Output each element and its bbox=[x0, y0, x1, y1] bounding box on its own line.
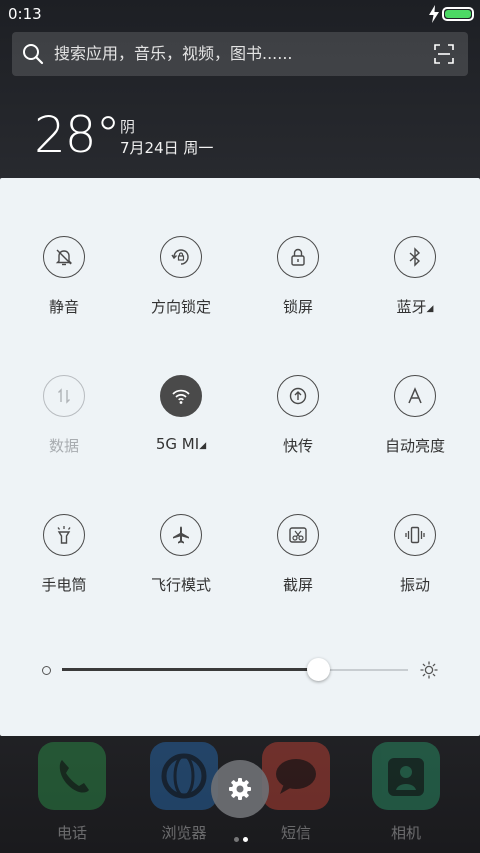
dock-label-browser: 浏览器 bbox=[161, 824, 207, 842]
wifi-icon bbox=[160, 375, 202, 417]
message-icon bbox=[262, 742, 330, 810]
weather-temperature: 28° bbox=[34, 106, 121, 164]
battery-level bbox=[445, 10, 471, 18]
screenshot-icon bbox=[277, 514, 319, 556]
brightness-low-icon bbox=[42, 666, 51, 675]
dock-app-phone[interactable]: 电话 bbox=[38, 742, 110, 852]
status-time: 0:13 bbox=[8, 5, 42, 23]
bell-off-icon bbox=[43, 236, 85, 278]
brightness-high-icon bbox=[420, 661, 438, 679]
bluetooth-icon bbox=[394, 236, 436, 278]
tile-label: 静音 bbox=[48, 298, 79, 316]
tile-mobile-data[interactable]: 数据 bbox=[4, 375, 124, 495]
phone-icon bbox=[38, 742, 106, 810]
tile-airplane-mode[interactable]: 飞行模式 bbox=[121, 514, 241, 634]
search-icon bbox=[23, 44, 44, 65]
tile-label: 方向锁定 bbox=[150, 298, 211, 316]
brightness-slider[interactable] bbox=[40, 658, 450, 682]
search-input[interactable] bbox=[54, 32, 424, 76]
quick-settings-panel: 静音 方向锁定 锁屏 蓝牙◢ 数据 5G MI◢ 快传 自动亮度 手电筒 飞行模… bbox=[0, 178, 480, 736]
lock-icon bbox=[277, 236, 319, 278]
vibrate-icon bbox=[394, 514, 436, 556]
weather-date: 7月24日 周一 bbox=[120, 139, 214, 157]
tile-auto-brightness[interactable]: 自动亮度 bbox=[355, 375, 475, 495]
dock-label-phone: 电话 bbox=[56, 824, 87, 842]
tile-label: 截屏 bbox=[282, 576, 313, 594]
expand-triangle-icon: ◢ bbox=[426, 304, 434, 314]
tile-lock-screen[interactable]: 锁屏 bbox=[238, 236, 358, 356]
dock-app-camera[interactable]: 相机 bbox=[372, 742, 444, 852]
airplane-icon bbox=[160, 514, 202, 556]
camera-icon bbox=[372, 742, 440, 810]
gear-icon bbox=[229, 778, 251, 800]
dock-label-messages: 短信 bbox=[280, 824, 311, 842]
tile-bluetooth[interactable]: 蓝牙◢ bbox=[355, 236, 475, 356]
dock-label-camera: 相机 bbox=[390, 824, 421, 842]
charging-bolt-icon bbox=[429, 5, 439, 23]
tile-label: 自动亮度 bbox=[384, 437, 445, 455]
flashlight-icon bbox=[43, 514, 85, 556]
mobile-data-icon bbox=[43, 375, 85, 417]
tile-screenshot[interactable]: 截屏 bbox=[238, 514, 358, 634]
tile-flashlight[interactable]: 手电筒 bbox=[4, 514, 124, 634]
page-dot bbox=[234, 837, 239, 842]
tile-rotation-lock[interactable]: 方向锁定 bbox=[121, 236, 241, 356]
scan-icon[interactable] bbox=[434, 44, 454, 64]
page-dot-active bbox=[243, 837, 248, 842]
status-bar: 0:13 bbox=[0, 0, 480, 28]
page-indicator bbox=[232, 827, 250, 846]
tile-label: 数据 bbox=[48, 437, 79, 455]
quick-share-icon bbox=[277, 375, 319, 417]
weather-condition: 阴 bbox=[120, 118, 136, 136]
tile-label-expandable: 蓝牙◢ bbox=[396, 298, 434, 316]
search-bar[interactable] bbox=[12, 32, 468, 76]
tile-label: 快传 bbox=[282, 437, 313, 455]
tile-label-expandable: 5G MI◢ bbox=[155, 435, 207, 453]
slider-fill bbox=[62, 668, 319, 671]
auto-brightness-icon bbox=[394, 375, 436, 417]
rotation-lock-icon bbox=[160, 236, 202, 278]
tile-wifi[interactable]: 5G MI◢ bbox=[121, 375, 241, 495]
tile-label: 手电筒 bbox=[41, 576, 87, 594]
battery-icon bbox=[442, 7, 474, 21]
tile-quick-share[interactable]: 快传 bbox=[238, 375, 358, 495]
tile-label: 飞行模式 bbox=[150, 576, 211, 594]
settings-button[interactable] bbox=[211, 760, 269, 818]
browser-icon bbox=[150, 742, 218, 810]
tile-vibrate[interactable]: 振动 bbox=[355, 514, 475, 634]
dock-app-messages[interactable]: 短信 bbox=[262, 742, 334, 852]
tile-silent[interactable]: 静音 bbox=[4, 236, 124, 356]
tile-label: 振动 bbox=[399, 576, 430, 594]
slider-thumb[interactable] bbox=[307, 658, 331, 681]
expand-triangle-icon: ◢ bbox=[199, 441, 207, 451]
tile-label: 锁屏 bbox=[282, 298, 313, 316]
